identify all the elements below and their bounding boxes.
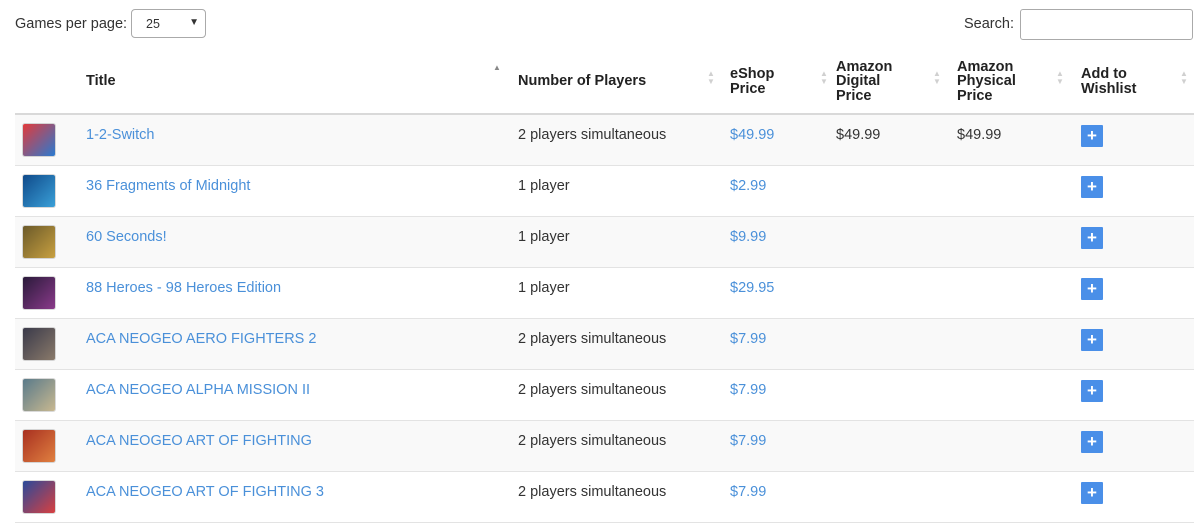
add-to-wishlist-button[interactable]: + <box>1081 380 1103 402</box>
add-to-wishlist-button[interactable]: + <box>1081 431 1103 453</box>
per-page-select[interactable]: 25 ▼ <box>131 9 206 38</box>
table-row: 36 Fragments of Midnight 1 player $2.99 … <box>15 166 1194 217</box>
search-input[interactable] <box>1020 9 1193 40</box>
column-header-players-label: Number of Players <box>518 73 647 89</box>
eshop-price-link[interactable]: $2.99 <box>730 178 766 194</box>
game-thumbnail[interactable] <box>23 481 55 513</box>
players-cell: 2 players simultaneous <box>518 484 667 500</box>
add-to-wishlist-button[interactable]: + <box>1081 482 1103 504</box>
plus-icon: + <box>1087 330 1097 349</box>
sort-caret-icon: ▼ <box>933 77 941 86</box>
column-header-eshop-line: Price <box>730 81 766 97</box>
table-controls: Games per page: 25 ▼ Search: <box>0 0 1200 50</box>
column-header-amazon-physical-line: Price <box>957 88 993 104</box>
add-to-wishlist-button[interactable]: + <box>1081 125 1103 147</box>
add-to-wishlist-button[interactable]: + <box>1081 329 1103 351</box>
game-title-link[interactable]: ACA NEOGEO AERO FIGHTERS 2 <box>86 331 316 347</box>
table-row: ACA NEOGEO ALPHA MISSION II 2 players si… <box>15 370 1194 421</box>
plus-icon: + <box>1087 228 1097 247</box>
plus-icon: + <box>1087 177 1097 196</box>
column-header-wishlist-line: Add to <box>1081 66 1127 82</box>
add-to-wishlist-button[interactable]: + <box>1081 227 1103 249</box>
eshop-price-link[interactable]: $7.99 <box>730 382 766 398</box>
game-thumbnail[interactable] <box>23 277 55 309</box>
per-page-label: Games per page: <box>15 16 128 32</box>
games-table: Title ▲ Number of Players ▲ ▼ eShop Pric… <box>15 52 1194 523</box>
game-thumbnail[interactable] <box>23 124 55 156</box>
column-header-title[interactable]: Title ▲ <box>86 52 506 113</box>
sort-ascending-icon: ▲ <box>493 63 501 72</box>
game-thumbnail[interactable] <box>23 226 55 258</box>
game-thumbnail[interactable] <box>23 328 55 360</box>
column-header-amazon-physical[interactable]: Amazon Physical Price ▲ ▼ <box>957 52 1067 113</box>
plus-icon: + <box>1087 483 1097 502</box>
eshop-price-link[interactable]: $9.99 <box>730 229 766 245</box>
column-header-amazon-digital-line: Price <box>836 88 872 104</box>
sort-caret-icon: ▼ <box>707 77 715 86</box>
add-to-wishlist-button[interactable]: + <box>1081 176 1103 198</box>
plus-icon: + <box>1087 126 1097 145</box>
sort-caret-icon: ▼ <box>1180 77 1188 86</box>
game-title-link[interactable]: ACA NEOGEO ART OF FIGHTING <box>86 433 312 449</box>
players-cell: 2 players simultaneous <box>518 382 667 398</box>
eshop-price-link[interactable]: $7.99 <box>730 331 766 347</box>
amazon-physical-price: $49.99 <box>957 127 1002 143</box>
plus-icon: + <box>1087 381 1097 400</box>
column-header-amazon-physical-line: Physical <box>957 73 1016 89</box>
game-thumbnail[interactable] <box>23 430 55 462</box>
eshop-price-link[interactable]: $7.99 <box>730 433 766 449</box>
game-title-link[interactable]: 1-2-Switch <box>86 127 155 143</box>
players-cell: 1 player <box>518 229 570 245</box>
table-row: ACA NEOGEO AERO FIGHTERS 2 2 players sim… <box>15 319 1194 370</box>
table-row: 88 Heroes - 98 Heroes Edition 1 player $… <box>15 268 1194 319</box>
game-thumbnail[interactable] <box>23 379 55 411</box>
game-thumbnail[interactable] <box>23 175 55 207</box>
table-row: 60 Seconds! 1 player $9.99 + <box>15 217 1194 268</box>
game-title-link[interactable]: 60 Seconds! <box>86 229 167 245</box>
players-cell: 2 players simultaneous <box>518 127 667 143</box>
table-row: ACA NEOGEO ART OF FIGHTING 3 2 players s… <box>15 472 1194 523</box>
game-title-link[interactable]: 88 Heroes - 98 Heroes Edition <box>86 280 281 296</box>
table-header: Title ▲ Number of Players ▲ ▼ eShop Pric… <box>15 52 1194 115</box>
add-to-wishlist-button[interactable]: + <box>1081 278 1103 300</box>
amazon-digital-price: $49.99 <box>836 127 881 143</box>
per-page-value: 25 <box>146 17 160 31</box>
players-cell: 2 players simultaneous <box>518 331 667 347</box>
game-title-link[interactable]: ACA NEOGEO ART OF FIGHTING 3 <box>86 484 324 500</box>
search-label: Search: <box>964 16 1014 32</box>
plus-icon: + <box>1087 432 1097 451</box>
chevron-down-icon: ▼ <box>189 17 199 28</box>
eshop-price-link[interactable]: $29.95 <box>730 280 774 296</box>
column-header-wishlist-line: Wishlist <box>1081 81 1137 97</box>
column-header-eshop-line: eShop <box>730 66 775 82</box>
eshop-price-link[interactable]: $49.99 <box>730 127 774 143</box>
column-header-title-label: Title <box>86 73 116 89</box>
game-title-link[interactable]: ACA NEOGEO ALPHA MISSION II <box>86 382 310 398</box>
column-header-eshop[interactable]: eShop Price ▲ ▼ <box>730 52 830 113</box>
game-title-link[interactable]: 36 Fragments of Midnight <box>86 178 250 194</box>
column-header-wishlist[interactable]: Add to Wishlist ▲ ▼ <box>1081 52 1193 113</box>
players-cell: 1 player <box>518 280 570 296</box>
table-row: ACA NEOGEO ART OF FIGHTING 2 players sim… <box>15 421 1194 472</box>
column-header-amazon-digital-line: Digital <box>836 73 881 89</box>
column-header-players[interactable]: Number of Players ▲ ▼ <box>518 52 718 113</box>
table-row: 1-2-Switch 2 players simultaneous $49.99… <box>15 115 1194 166</box>
players-cell: 2 players simultaneous <box>518 433 667 449</box>
eshop-price-link[interactable]: $7.99 <box>730 484 766 500</box>
plus-icon: + <box>1087 279 1097 298</box>
column-header-amazon-digital[interactable]: Amazon Digital Price ▲ ▼ <box>836 52 946 113</box>
sort-caret-icon: ▼ <box>1056 77 1064 86</box>
players-cell: 1 player <box>518 178 570 194</box>
sort-caret-icon: ▼ <box>820 77 828 86</box>
